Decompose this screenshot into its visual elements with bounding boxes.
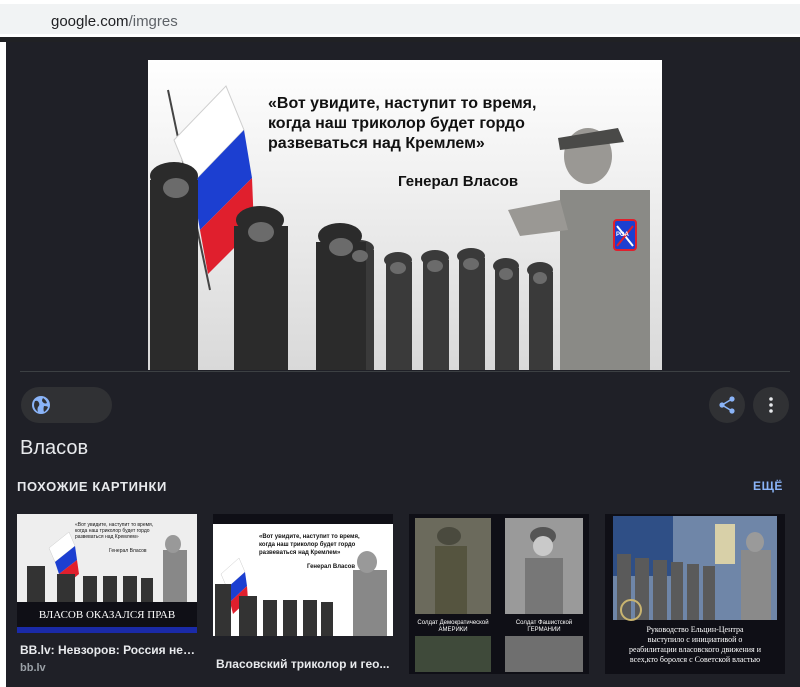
thumb3-label-left-1: Солдат Демократической [417,619,488,626]
thumb3-label-left-2: АМЕРИКИ [438,627,467,633]
thumb3-label-right-1: Солдат Фашистской [516,619,572,626]
thumb2-attribution: Генерал Власов [307,564,355,570]
thumb2-quote-line3: развеваться над Кремлем» [259,550,341,556]
main-image[interactable]: «Вот увидите, наступит то время, когда н… [148,60,662,370]
similar-images-heading: ПОХОЖИЕ КАРТИНКИ [17,479,167,494]
url-path: /imgres [128,13,178,30]
similar-image-1[interactable]: «Вот увидите, наступит то время, когда н… [17,514,197,633]
thumb4-text-line2: выступило с инициативой о [648,635,743,644]
thumb4-text-line1: Руководство Ельцин-Центра [646,625,744,634]
similar-image-4-graphic: Руководство Ельцин-Центра выступило с ин… [605,514,785,674]
thumb2-quote-line2: когда наш триколор будет гордо [259,541,356,548]
more-similar-link[interactable]: ЕЩЁ [753,479,783,493]
main-quote-line3: развеваться над Кремлем» [268,135,485,152]
visit-site-chip[interactable] [21,387,112,423]
thumb2-quote-line1: «Вот увидите, наступит то время, [259,534,360,540]
similar-image-1-caption[interactable]: BB.lv: Невзоров: Россия не ... [20,643,196,657]
thumb1-overlay-text: ВЛАСОВ ОКАЗАЛСЯ ПРАВ [39,609,175,621]
url-domain: google.com [51,13,129,30]
patch-label: РОА [616,232,629,238]
globe-icon [32,396,50,414]
similar-image-4[interactable]: Руководство Ельцин-Центра выступило с ин… [605,514,785,674]
more-vertical-icon [769,397,773,413]
address-bar: google.com/imgres [0,0,800,37]
similar-image-2-graphic: «Вот увидите, наступит то время, когда н… [213,514,393,636]
thumb4-text-line4: всех,кто боролся с Советской властью [630,655,760,664]
similar-image-2[interactable]: «Вот увидите, наступит то время, когда н… [213,514,393,636]
similar-image-3-graphic: Солдат Демократической АМЕРИКИ Солдат Фа… [409,514,589,674]
similar-image-3[interactable]: Солдат Демократической АМЕРИКИ Солдат Фа… [409,514,589,674]
share-button[interactable] [709,387,745,423]
image-title: Власов [20,437,89,459]
main-quote-line2: когда наш триколор будет гордо [268,115,525,132]
thumb1-attribution: Генерал Власов [109,548,147,554]
url-text: google.com/imgres [51,13,178,30]
similar-image-1-graphic: «Вот увидите, наступит то время, когда н… [17,514,197,633]
thumb3-label-right-2: ГЕРМАНИИ [527,627,560,633]
main-quote-line1: «Вот увидите, наступит то время, [268,95,536,112]
share-icon [719,396,735,414]
url-field[interactable]: google.com/imgres [0,4,800,34]
thumb1-quote-line3: развеваться над Кремлем» [75,534,139,540]
thumb4-text-line3: реабилитации власовского движения и [629,645,762,654]
image-divider [20,371,790,372]
similar-image-1-source: bb.lv [20,662,46,674]
more-options-button[interactable] [753,387,789,423]
similar-image-2-caption[interactable]: Власовский триколор и гео... [216,657,392,671]
main-image-graphic: «Вот увидите, наступит то время, когда н… [148,60,662,370]
main-attribution: Генерал Власов [398,173,518,190]
